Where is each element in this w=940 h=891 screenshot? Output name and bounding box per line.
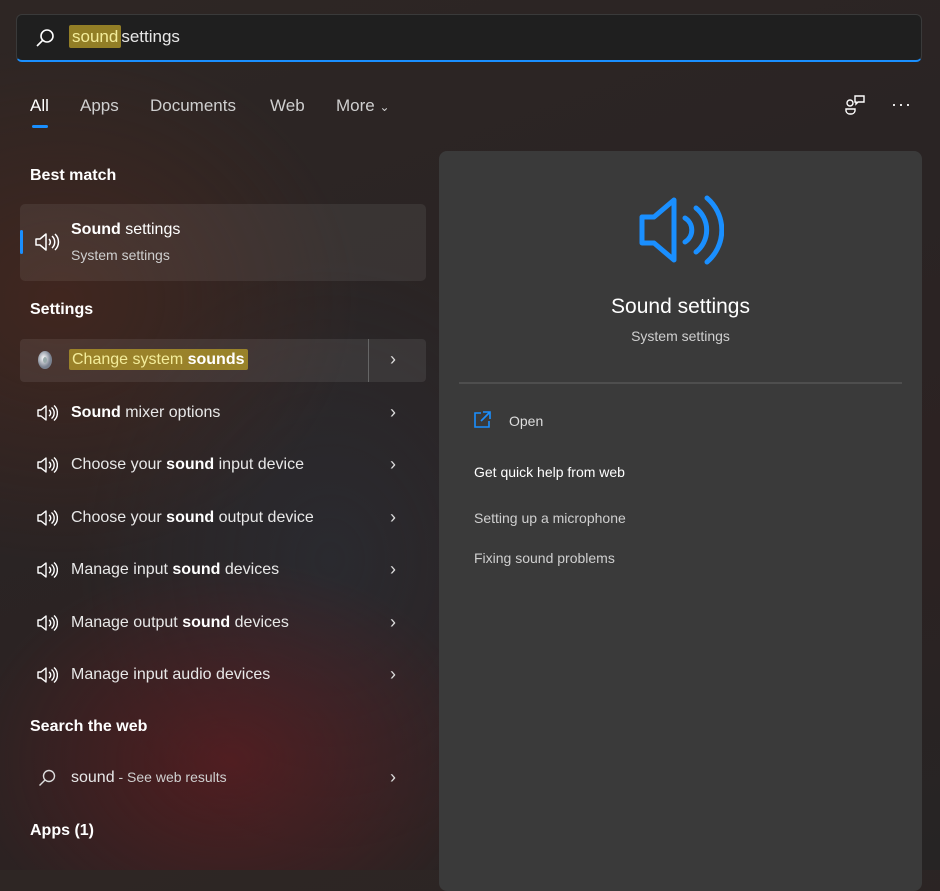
divider xyxy=(368,339,369,382)
search-icon xyxy=(39,769,56,786)
tab-apps[interactable]: Apps xyxy=(80,96,119,116)
settings-result[interactable]: Sound mixer options › xyxy=(20,392,426,435)
search-box[interactable]: sound settings xyxy=(16,14,922,62)
apps-header: Apps (1) xyxy=(30,822,94,839)
best-match-header: Best match xyxy=(30,167,117,184)
tab-all[interactable]: All xyxy=(30,96,49,116)
result-label: Choose your sound output device xyxy=(71,509,314,526)
search-web-header: Search the web xyxy=(30,718,148,735)
speaker-icon xyxy=(35,233,60,251)
divider xyxy=(459,382,902,384)
result-label: Choose your sound input device xyxy=(71,456,305,473)
chevron-right-icon[interactable]: › xyxy=(390,349,396,370)
preview-subtitle: System settings xyxy=(631,328,730,344)
chevron-right-icon: › xyxy=(390,559,396,579)
settings-result[interactable]: Manage input sound devices › xyxy=(20,549,426,592)
result-label: Change system sounds xyxy=(69,349,248,370)
quick-help-header: Get quick help from web xyxy=(474,464,625,480)
speaker-icon xyxy=(37,456,59,474)
search-input[interactable]: sound settings xyxy=(69,25,180,48)
speaker-icon xyxy=(37,509,59,527)
preview-panel: Sound settings System settings Open Get … xyxy=(439,151,922,891)
chevron-down-icon: ⌄ xyxy=(379,100,390,114)
speaker-icon xyxy=(37,404,59,422)
selection-indicator xyxy=(20,230,23,254)
settings-result[interactable]: Manage output sound devices › xyxy=(20,602,426,645)
chevron-right-icon: › xyxy=(390,612,396,632)
settings-header: Settings xyxy=(30,301,94,318)
help-link[interactable]: Setting up a microphone xyxy=(474,510,626,526)
web-search-result[interactable]: sound - See web results › xyxy=(20,757,426,800)
preview-title: Sound settings xyxy=(611,295,750,318)
speaker-icon xyxy=(37,561,59,579)
search-icon xyxy=(36,29,54,47)
result-label: Sound mixer options xyxy=(71,404,221,421)
chevron-right-icon: › xyxy=(390,767,396,787)
sound-disc-icon xyxy=(38,351,52,369)
tab-documents[interactable]: Documents xyxy=(150,96,236,116)
result-label: Manage input sound devices xyxy=(71,561,280,578)
chevron-right-icon: › xyxy=(390,402,396,422)
chevron-right-icon: › xyxy=(390,664,396,684)
help-link[interactable]: Fixing sound problems xyxy=(474,550,615,566)
active-tab-indicator xyxy=(32,125,48,128)
settings-result[interactable]: Choose your sound output device › xyxy=(20,497,426,540)
chevron-right-icon: › xyxy=(390,454,396,474)
chat-person-icon[interactable] xyxy=(845,94,867,116)
result-label: Manage input audio devices xyxy=(71,666,271,683)
tab-more[interactable]: More ⌄ xyxy=(336,96,390,116)
speaker-icon xyxy=(639,195,724,265)
open-external-icon xyxy=(474,411,491,428)
settings-result[interactable]: Change system sounds › xyxy=(20,339,426,382)
more-options-icon[interactable]: ··· xyxy=(891,94,912,115)
speaker-icon xyxy=(37,666,59,684)
speaker-icon xyxy=(37,614,59,632)
settings-result[interactable]: Manage input audio devices › xyxy=(20,654,426,697)
tab-web[interactable]: Web xyxy=(270,96,305,116)
result-label: Manage output sound devices xyxy=(71,614,289,631)
chevron-right-icon: › xyxy=(390,507,396,527)
settings-result[interactable]: Choose your sound input device › xyxy=(20,444,426,487)
best-match-sound-settings[interactable]: Sound settings System settings xyxy=(20,204,426,281)
